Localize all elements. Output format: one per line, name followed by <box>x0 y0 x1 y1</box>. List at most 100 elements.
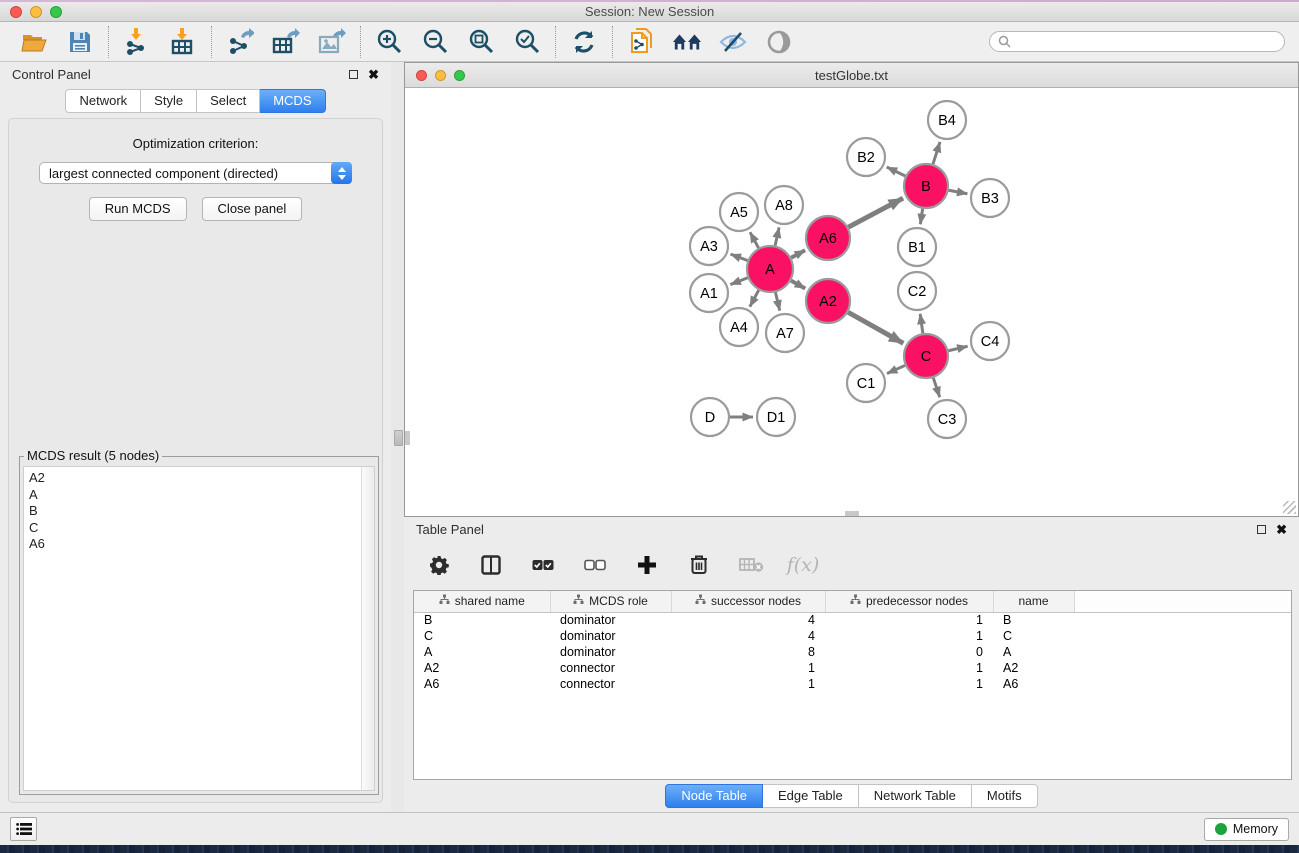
cell-shared_name[interactable]: A6 <box>414 676 550 692</box>
cell-name[interactable]: C <box>993 628 1074 644</box>
cell-shared_name[interactable]: A <box>414 644 550 660</box>
node-A3[interactable]: A3 <box>690 227 728 265</box>
select-all-columns-icon[interactable] <box>528 550 558 580</box>
apply-layout-icon[interactable] <box>569 27 599 57</box>
column-header-shared_name[interactable]: shared name <box>414 591 550 612</box>
cell-mcds_role[interactable]: connector <box>550 676 671 692</box>
zoom-out-icon[interactable] <box>420 27 450 57</box>
tab-network-table[interactable]: Network Table <box>859 784 972 808</box>
open-session-icon[interactable] <box>19 27 49 57</box>
dropdown-stepper-icon[interactable] <box>331 162 352 184</box>
resize-grip-icon[interactable] <box>1283 501 1296 514</box>
column-header-mcds_role[interactable]: MCDS role <box>550 591 671 612</box>
split-divider[interactable] <box>391 62 404 812</box>
edge-A-A2[interactable] <box>791 281 805 289</box>
import-table-icon[interactable] <box>168 27 198 57</box>
edge-A-A4[interactable] <box>750 290 759 307</box>
cell-mcds_role[interactable]: dominator <box>550 644 671 660</box>
cell-name[interactable]: B <box>993 612 1074 628</box>
close-window-button[interactable] <box>10 6 22 18</box>
cell-successor_nodes[interactable]: 1 <box>671 676 825 692</box>
edge-C-C4[interactable] <box>948 346 967 351</box>
column-header-successor_nodes[interactable]: successor nodes <box>671 591 825 612</box>
node-A7[interactable]: A7 <box>766 314 804 352</box>
export-image-icon[interactable] <box>317 27 347 57</box>
node-C2[interactable]: C2 <box>898 272 936 310</box>
node-B[interactable]: B <box>904 164 948 208</box>
add-column-icon[interactable] <box>632 550 662 580</box>
edge-C-C3[interactable] <box>933 378 939 397</box>
function-builder-icon[interactable]: f(x) <box>788 550 818 580</box>
result-item[interactable]: A <box>29 487 374 504</box>
cell-successor_nodes[interactable]: 4 <box>671 628 825 644</box>
node-C[interactable]: C <box>904 334 948 378</box>
node-C4[interactable]: C4 <box>971 322 1009 360</box>
cell-name[interactable]: A <box>993 644 1074 660</box>
column-header-predecessor_nodes[interactable]: predecessor nodes <box>825 591 993 612</box>
edge-C-C1[interactable] <box>887 365 905 373</box>
tab-motifs[interactable]: Motifs <box>972 784 1038 808</box>
edge-A-A7[interactable] <box>775 292 779 310</box>
show-panels-icon[interactable] <box>764 27 794 57</box>
float-panel-icon[interactable] <box>349 70 358 79</box>
tab-mcds[interactable]: MCDS <box>260 89 325 113</box>
cell-name[interactable]: A6 <box>993 676 1074 692</box>
node-A5[interactable]: A5 <box>720 193 758 231</box>
cell-shared_name[interactable]: A2 <box>414 660 550 676</box>
edge-B-B1[interactable] <box>920 209 922 224</box>
node-A[interactable]: A <box>747 246 793 292</box>
node-D[interactable]: D <box>691 398 729 436</box>
import-network-icon[interactable] <box>122 27 152 57</box>
edge-A-A1[interactable] <box>730 278 747 285</box>
zoom-fit-icon[interactable] <box>466 27 496 57</box>
cell-mcds_role[interactable]: connector <box>550 660 671 676</box>
zoom-selected-icon[interactable] <box>512 27 542 57</box>
node-table-header-row[interactable]: shared nameMCDS rolesuccessor nodesprede… <box>414 591 1291 612</box>
cell-shared_name[interactable]: C <box>414 628 550 644</box>
minimize-window-button[interactable] <box>30 6 42 18</box>
node-C1[interactable]: C1 <box>847 364 885 402</box>
result-scrollbar[interactable] <box>361 467 374 790</box>
edge-A-A8[interactable] <box>775 227 779 245</box>
task-history-button[interactable] <box>10 817 37 841</box>
export-table-icon[interactable] <box>271 27 301 57</box>
result-item[interactable]: A2 <box>29 470 374 487</box>
cell-predecessor_nodes[interactable]: 1 <box>825 676 993 692</box>
node-A4[interactable]: A4 <box>720 308 758 346</box>
memory-button[interactable]: Memory <box>1204 818 1289 841</box>
cell-predecessor_nodes[interactable]: 1 <box>825 612 993 628</box>
cell-successor_nodes[interactable]: 1 <box>671 660 825 676</box>
cell-successor_nodes[interactable]: 8 <box>671 644 825 660</box>
node-B4[interactable]: B4 <box>928 101 966 139</box>
tab-node-table[interactable]: Node Table <box>665 784 763 808</box>
criterion-dropdown[interactable]: largest connected component (directed) <box>39 162 352 184</box>
edge-A2-C[interactable] <box>848 312 903 343</box>
edge-B-B3[interactable] <box>949 190 968 194</box>
close-table-panel-icon[interactable]: ✖ <box>1276 525 1287 534</box>
hide-panels-icon[interactable] <box>718 27 748 57</box>
network-canvas[interactable]: B4B2BB3B1A5A8A6A3AA1A2C2A4A7C4CC1C3DD1 <box>405 88 1298 516</box>
node-B1[interactable]: B1 <box>898 228 936 266</box>
table-row[interactable]: A2connector11A2 <box>414 660 1291 676</box>
table-row[interactable]: A6connector11A6 <box>414 676 1291 692</box>
node-A6[interactable]: A6 <box>806 216 850 260</box>
toggle-columns-icon[interactable] <box>476 550 506 580</box>
export-network-icon[interactable] <box>225 27 255 57</box>
deselect-all-columns-icon[interactable] <box>580 550 610 580</box>
node-A2[interactable]: A2 <box>806 279 850 323</box>
table-row[interactable]: Adominator80A <box>414 644 1291 660</box>
cell-mcds_role[interactable]: dominator <box>550 628 671 644</box>
cell-predecessor_nodes[interactable]: 1 <box>825 628 993 644</box>
edge-A-A6[interactable] <box>791 250 805 257</box>
float-table-panel-icon[interactable] <box>1257 525 1266 534</box>
mcds-result-list[interactable]: A2ABCA6 <box>23 466 375 791</box>
cell-mcds_role[interactable]: dominator <box>550 612 671 628</box>
result-item[interactable]: A6 <box>29 536 374 553</box>
result-item[interactable]: C <box>29 520 374 537</box>
cell-predecessor_nodes[interactable]: 1 <box>825 660 993 676</box>
close-panel-icon[interactable]: ✖ <box>368 70 379 79</box>
table-row[interactable]: Cdominator41C <box>414 628 1291 644</box>
node-B2[interactable]: B2 <box>847 138 885 176</box>
cell-successor_nodes[interactable]: 4 <box>671 612 825 628</box>
node-A1[interactable]: A1 <box>690 274 728 312</box>
